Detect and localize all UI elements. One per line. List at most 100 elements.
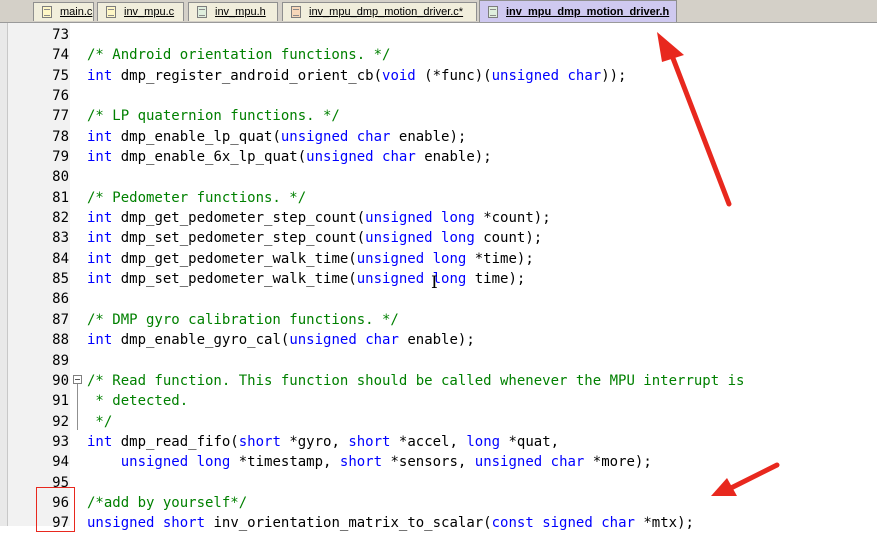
code-token: *sensors, [382,454,475,471]
code-line[interactable]: 90 /* Read function. This function should… [0,371,877,391]
code-line[interactable]: 89 [0,351,877,371]
code-line[interactable]: 79 int dmp_enable_6x_lp_quat(unsigned cha… [0,147,877,167]
code-line[interactable]: 97 unsigned short inv_orientation_matrix_… [0,513,877,533]
code-line[interactable]: 77 /* LP quaternion functions. */ [0,106,877,126]
code-text: int dmp_enable_lp_quat(unsigned char ena… [87,127,466,147]
keyword-token: unsigned [280,128,349,145]
code-token: *timestamp, [230,454,340,471]
code-token: count); [474,230,543,247]
line-number: 92 [52,413,69,430]
code-line[interactable]: 75 int dmp_register_android_orient_cb(voi… [0,66,877,86]
keyword-token: long [441,210,475,227]
code-line[interactable]: 91 * detected. [0,391,877,411]
keyword-token: short [162,515,206,532]
code-line[interactable]: 87 /* DMP gyro calibration functions. */ [0,310,877,330]
code-token: enable); [415,149,492,166]
code-line[interactable]: 86 [0,289,877,309]
keyword-token: int [87,210,113,227]
code-token: dmp_get_pedometer_walk_time( [112,250,357,267]
keyword-token: int [87,149,113,166]
code-line[interactable]: 78 int dmp_enable_lp_quat(unsigned char e… [0,127,877,147]
tab-label: inv_mpu.h [215,6,266,18]
code-line[interactable]: 74 /* Android orientation functions. */ [0,45,877,65]
code-text: * detected. [87,391,188,411]
code-line[interactable]: 82 int dmp_get_pedometer_step_count(unsig… [0,208,877,228]
line-number: 93 [52,433,69,450]
code-token: dmp_enable_lp_quat( [112,128,281,145]
code-line[interactable]: 73 [0,25,877,45]
comment-token: */ [87,413,113,430]
tab-inv-mpu-dmp-motion-driver-c[interactable]: inv_mpu_dmp_motion_driver.c* [282,2,477,21]
keyword-token: int [87,230,113,247]
code-text: /* LP quaternion functions. */ [87,106,340,126]
code-token: *count); [474,210,551,227]
tab-label: inv_mpu_dmp_motion_driver.h [506,5,670,18]
code-token: dmp_set_pedometer_step_count( [112,230,366,247]
code-line[interactable]: 85 int dmp_set_pedometer_walk_time(unsign… [0,269,877,289]
line-number: 73 [52,27,69,43]
keyword-token: unsigned [289,332,357,349]
code-token: dmp_register_android_orient_cb( [112,67,383,84]
code-line[interactable]: 76 [0,86,877,106]
code-token: dmp_enable_6x_lp_quat( [112,149,307,166]
comment-token: /* Pedometer functions. */ [87,189,307,206]
keyword-token: long [196,454,231,471]
fold-collapse-icon[interactable] [73,374,82,384]
code-line[interactable]: 93 int dmp_read_fifo(short *gyro, short *… [0,432,877,452]
code-token: )); [601,67,627,84]
code-line[interactable]: 81 /* Pedometer functions. */ [0,188,877,208]
keyword-token: long [432,250,467,267]
code-line[interactable]: 88 int dmp_enable_gyro_cal(unsigned char … [0,330,877,350]
line-number: 75 [52,67,69,84]
code-editor[interactable]: 73 74 /* Android orientation functions. */… [0,23,877,531]
keyword-token: short [238,433,281,450]
line-number: 91 [52,393,69,410]
code-text: int dmp_get_pedometer_step_count(unsigne… [87,208,551,228]
keyword-token: signed [542,515,593,532]
code-token: dmp_read_fifo( [112,433,239,450]
keyword-token: unsigned [365,230,433,247]
comment-token: /* LP quaternion functions. */ [87,108,340,125]
code-line[interactable]: 84 int dmp_get_pedometer_walk_time(unsign… [0,249,877,269]
code-line[interactable]: 95 [0,473,877,493]
code-line[interactable]: 80 [0,167,877,187]
code-token: *accel, [390,433,467,450]
code-token: dmp_enable_gyro_cal( [112,332,290,349]
h-file-icon [488,5,498,18]
code-token: *time); [466,250,534,267]
code-token: enable); [390,128,467,145]
line-number: 90 [52,372,69,389]
line-number: 85 [52,271,69,288]
code-token: time); [466,271,526,288]
code-token: dmp_set_pedometer_walk_time( [112,271,357,288]
keyword-token: unsigned [356,271,425,288]
tab-inv-mpu-dmp-motion-driver-h[interactable]: inv_mpu_dmp_motion_driver.h [479,0,677,22]
code-text: unsigned short inv_orientation_matrix_to… [87,513,694,533]
c-file-icon [106,6,116,18]
line-number: 80 [52,169,69,186]
c-file-modified-icon [291,6,301,18]
code-line[interactable]: 96/*add by yourself*/ [0,493,877,513]
keyword-token: unsigned [120,454,189,471]
keyword-token: char [382,149,416,166]
code-text: /* DMP gyro calibration functions. */ [87,310,399,330]
line-number: 88 [52,332,69,349]
code-line[interactable]: 83 int dmp_set_pedometer_step_count(unsig… [0,228,877,248]
tab-inv-mpu-c[interactable]: inv_mpu.c [97,2,184,21]
keyword-token: short [348,433,391,450]
code-text: int dmp_set_pedometer_step_count(unsigne… [87,228,542,248]
tab-inv-mpu-h[interactable]: inv_mpu.h [188,2,278,21]
line-number: 84 [52,250,69,267]
code-token: enable); [398,332,475,349]
code-text: */ [87,412,112,432]
code-line[interactable]: 94 unsigned long *timestamp, short *sens… [0,452,877,472]
code-line[interactable]: 92 */ [0,412,877,432]
keyword-token: unsigned [87,515,155,532]
tab-main-c[interactable]: main.c [33,2,94,21]
comment-token: /* Read function. This function should b… [87,372,745,389]
code-text: int dmp_register_android_orient_cb(void … [87,66,626,86]
